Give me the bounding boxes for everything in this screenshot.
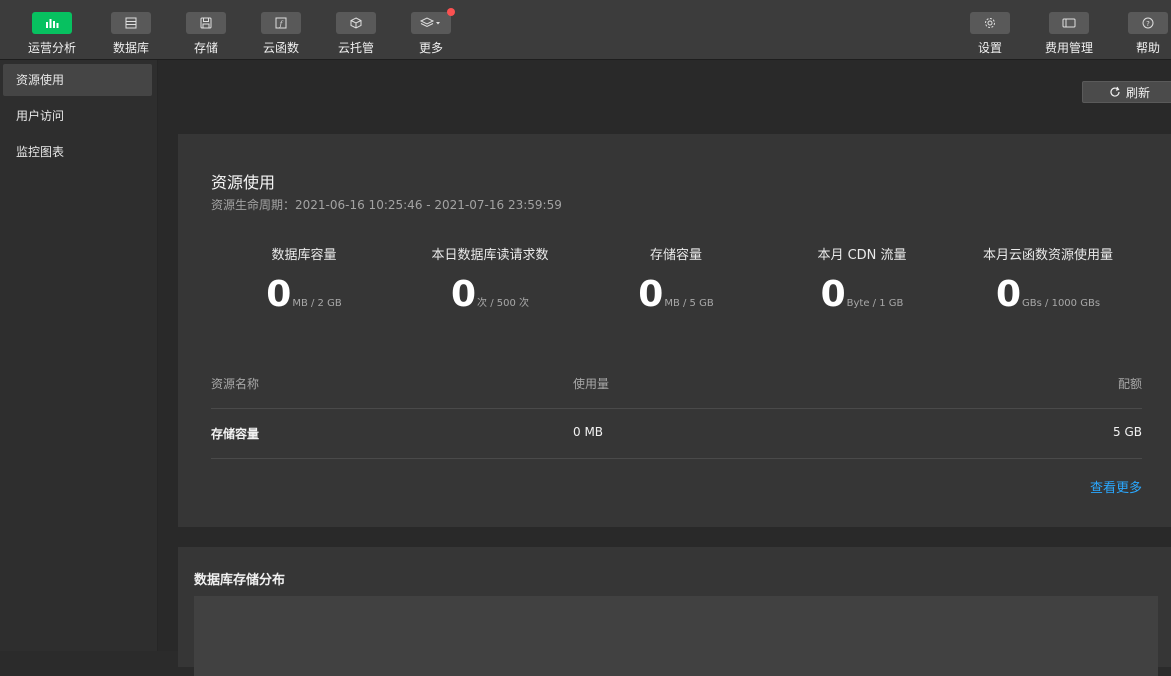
help-icon: ? — [1128, 12, 1168, 34]
metric-value: 0 — [638, 274, 664, 315]
metric-storage-capacity: 存储容量 0 MB / 5 GB — [576, 244, 776, 315]
toolbar-function-button[interactable]: f 云函数 — [241, 12, 321, 58]
table-row: 存储容量 0 MB 5 GB — [211, 409, 1142, 459]
metric-unit: MB / 2 GB — [292, 298, 342, 309]
toolbar-label: 云函数 — [262, 41, 299, 55]
gear-icon — [970, 12, 1010, 34]
toolbar-label: 存储 — [193, 41, 218, 55]
toolbar-label: 数据库 — [112, 41, 149, 55]
card2-title: 数据库存储分布 — [194, 573, 286, 588]
view-more-link[interactable]: 查看更多 — [1090, 477, 1142, 496]
table-header: 资源名称 使用量 配额 — [211, 359, 1142, 409]
toolbar-label: 帮助 — [1135, 41, 1160, 55]
database-icon — [111, 12, 151, 34]
metric-unit: MB / 5 GB — [664, 298, 714, 309]
toolbar-label: 运营分析 — [27, 41, 76, 55]
toolbar-label: 费用管理 — [1044, 41, 1093, 55]
metric-db-capacity: 数据库容量 0 MB / 2 GB — [204, 244, 404, 315]
metric-unit: GBs / 1000 GBs — [1022, 298, 1101, 309]
toolbar-label: 更多 — [418, 41, 443, 55]
toolbar-hosting-button[interactable]: 云托管 — [316, 12, 396, 58]
metric-value: 0 — [266, 274, 292, 315]
metric-cdn-traffic: 本月 CDN 流量 0 Byte / 1 GB — [762, 244, 962, 315]
db-storage-distribution-card: 数据库存储分布 — [178, 547, 1171, 676]
metric-value: 0 — [995, 274, 1022, 315]
svg-text:?: ? — [1146, 20, 1150, 28]
storage-icon — [186, 12, 226, 34]
sidebar-item-monitor-charts[interactable]: 监控图表 — [3, 136, 152, 168]
toolbar-storage-button[interactable]: 存储 — [166, 12, 246, 58]
refresh-button[interactable]: 刷新 — [1082, 81, 1171, 103]
metric-label: 本月 CDN 流量 — [817, 248, 907, 263]
metric-value: 0 — [450, 274, 477, 315]
billing-icon — [1049, 12, 1089, 34]
metric-label: 本日数据库读请求数 — [431, 248, 549, 263]
bar-chart-icon — [32, 12, 72, 34]
layers-icon — [411, 8, 455, 34]
cell-resource-name: 存储容量 — [211, 427, 260, 441]
cell-quota: 5 GB — [1113, 425, 1142, 439]
toolbar-billing-button[interactable]: 费用管理 — [1029, 12, 1109, 58]
metric-label: 存储容量 — [649, 248, 702, 263]
metric-db-reads: 本日数据库读请求数 0次 / 500 次 — [390, 244, 590, 315]
lifecycle-text: 资源生命周期：2021-06-16 10:25:46 - 2021-07-16 … — [211, 198, 562, 212]
chart-area — [194, 596, 1158, 676]
metric-label: 数据库容量 — [271, 248, 337, 263]
metric-unit: Byte / 1 GB — [846, 298, 904, 309]
toolbar-settings-button[interactable]: 设置 — [950, 12, 1030, 58]
toolbar-analytics-button[interactable]: 运营分析 — [12, 12, 92, 58]
main-content: 刷新 资源使用 资源生命周期：2021-06-16 10:25:46 - 202… — [158, 60, 1171, 676]
function-icon: f — [261, 12, 301, 34]
refresh-icon — [1110, 86, 1120, 97]
svg-text:f: f — [279, 20, 284, 28]
column-header-quota: 配额 — [1117, 377, 1142, 391]
top-toolbar: 运营分析 数据库 存储 f 云函数 云托管 更多 设置 费用管理 ? 帮助 — [0, 0, 1171, 60]
column-header-usage: 使用量 — [573, 377, 610, 391]
column-header-name: 资源名称 — [211, 377, 260, 391]
toolbar-label: 云托管 — [337, 41, 374, 55]
metric-value: 0 — [820, 274, 846, 315]
sidebar-item-resource-usage[interactable]: 资源使用 — [3, 64, 152, 96]
toolbar-more-button[interactable]: 更多 — [391, 8, 471, 58]
cell-usage: 0 MB — [573, 425, 604, 439]
metric-label: 本月云函数资源使用量 — [982, 248, 1113, 263]
resource-usage-card: 资源使用 资源生命周期：2021-06-16 10:25:46 - 2021-0… — [178, 134, 1171, 527]
metric-unit: 次 / 500 次 — [477, 298, 530, 309]
sidebar: 资源使用 用户访问 监控图表 — [0, 60, 158, 651]
toolbar-database-button[interactable]: 数据库 — [91, 12, 171, 58]
cube-icon — [336, 12, 376, 34]
toolbar-help-button[interactable]: ? 帮助 — [1108, 12, 1171, 58]
sidebar-item-user-access[interactable]: 用户访问 — [3, 100, 152, 132]
refresh-label: 刷新 — [1125, 85, 1150, 100]
toolbar-label: 设置 — [977, 41, 1002, 55]
metric-function-usage: 本月云函数资源使用量 0 GBs / 1000 GBs — [948, 244, 1148, 315]
card-title: 资源使用 — [211, 173, 276, 192]
notification-dot — [447, 8, 455, 16]
